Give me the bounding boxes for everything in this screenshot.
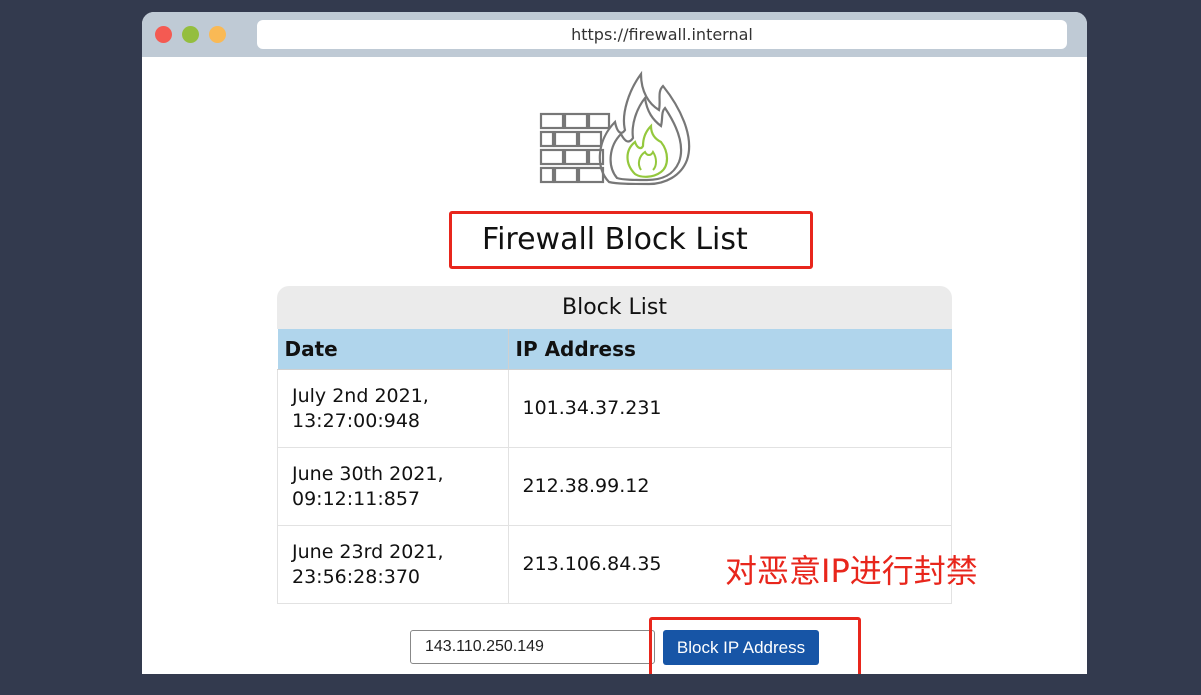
browser-window: https://firewall.internal Firewall Block… — [142, 12, 1087, 674]
address-bar-url: https://firewall.internal — [571, 25, 753, 44]
ip-column-header: IP Address — [508, 329, 952, 370]
date-cell: July 2nd 2021, 13:27:00:948 — [277, 369, 509, 448]
table-row: June 30th 2021, 09:12:11:857 212.38.99.1… — [277, 447, 952, 526]
table-caption: Block List — [277, 286, 952, 329]
firewall-icon — [539, 70, 691, 186]
table-header-row: Date IP Address — [277, 329, 952, 370]
date-text: June 30th 2021, — [292, 462, 444, 485]
block-ip-button[interactable]: Block IP Address — [663, 630, 819, 665]
ip-cell: 101.34.37.231 — [507, 369, 952, 448]
close-window-button[interactable] — [155, 26, 172, 43]
date-cell: June 30th 2021, 09:12:11:857 — [277, 447, 509, 526]
ip-cell: 212.38.99.12 — [507, 447, 952, 526]
ip-address-input[interactable] — [410, 630, 655, 664]
maximize-window-button[interactable] — [209, 26, 226, 43]
date-text: June 23rd 2021, — [292, 540, 444, 563]
address-bar[interactable]: https://firewall.internal — [257, 20, 1067, 49]
date-text: July 2nd 2021, — [292, 384, 429, 407]
table-row: July 2nd 2021, 13:27:00:948 101.34.37.23… — [277, 369, 952, 448]
page-title: Firewall Block List — [482, 222, 748, 257]
time-text: 23:56:28:370 — [292, 565, 420, 588]
time-text: 13:27:00:948 — [292, 409, 420, 432]
annotation-text: 对恶意IP进行封禁 — [725, 552, 978, 590]
date-column-header: Date — [277, 329, 509, 370]
minimize-window-button[interactable] — [182, 26, 199, 43]
time-text: 09:12:11:857 — [292, 487, 420, 510]
date-cell: June 23rd 2021, 23:56:28:370 — [277, 525, 509, 604]
browser-titlebar: https://firewall.internal — [142, 12, 1087, 57]
